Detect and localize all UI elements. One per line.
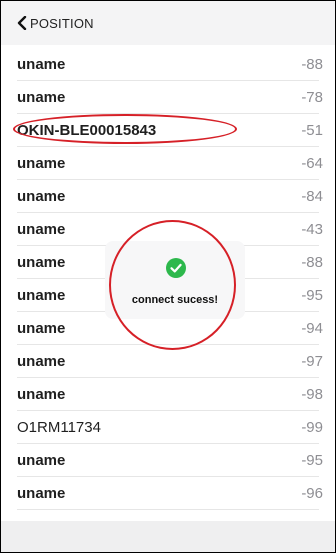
toast-message: connect sucess! — [131, 294, 219, 306]
list-item[interactable]: uname -95 — [17, 444, 323, 477]
chevron-left-icon — [17, 16, 27, 30]
device-name: OKIN-BLE00015843 — [17, 121, 157, 139]
device-name: uname — [17, 253, 66, 271]
device-rssi: -88 — [301, 55, 323, 73]
device-name: uname — [17, 352, 66, 370]
device-name: uname — [17, 451, 66, 469]
device-rssi: -95 — [301, 451, 323, 469]
back-label: POSITION — [30, 15, 94, 31]
device-rssi: -96 — [301, 484, 323, 502]
device-name: uname — [17, 220, 66, 238]
toast-panel — [105, 241, 245, 319]
device-rssi: -99 — [301, 418, 323, 436]
device-name: uname — [17, 55, 66, 73]
device-name: uname — [17, 88, 66, 106]
device-rssi: -64 — [301, 154, 323, 172]
device-name: uname — [17, 187, 66, 205]
device-rssi: -95 — [301, 286, 323, 304]
list-item[interactable]: uname -97 — [17, 345, 323, 378]
list-item[interactable]: uname -78 — [17, 81, 323, 114]
device-rssi: -78 — [301, 88, 323, 106]
device-rssi: -94 — [301, 319, 323, 337]
device-rssi: -43 — [301, 220, 323, 238]
device-name: uname — [17, 154, 66, 172]
device-name: uname — [17, 286, 66, 304]
device-name: uname — [17, 319, 66, 337]
list-item[interactable]: uname -84 — [17, 180, 323, 213]
device-name: O1RM11734 — [17, 418, 101, 436]
device-rssi: -51 — [301, 121, 323, 139]
device-rssi: -98 — [301, 385, 323, 403]
device-name: uname — [17, 484, 66, 502]
list-item[interactable]: uname -88 — [17, 48, 323, 81]
list-item[interactable]: uname -98 — [17, 378, 323, 411]
device-rssi: -97 — [301, 352, 323, 370]
list-item[interactable]: uname -64 — [17, 147, 323, 180]
navigation-bar: POSITION — [1, 1, 335, 45]
list-item[interactable]: uname -96 — [17, 477, 323, 510]
back-button[interactable]: POSITION — [17, 13, 94, 33]
device-rssi: -84 — [301, 187, 323, 205]
device-rssi: -88 — [301, 253, 323, 271]
check-circle-icon — [166, 258, 186, 278]
device-name: uname — [17, 385, 66, 403]
app-screen: POSITION uname -88 uname -78 OKIN-BLE000… — [0, 0, 336, 553]
bottom-bar — [1, 521, 335, 552]
list-item[interactable]: OKIN-BLE00015843 -51 — [17, 114, 323, 147]
list-item[interactable]: O1RM11734 -99 — [17, 411, 323, 444]
